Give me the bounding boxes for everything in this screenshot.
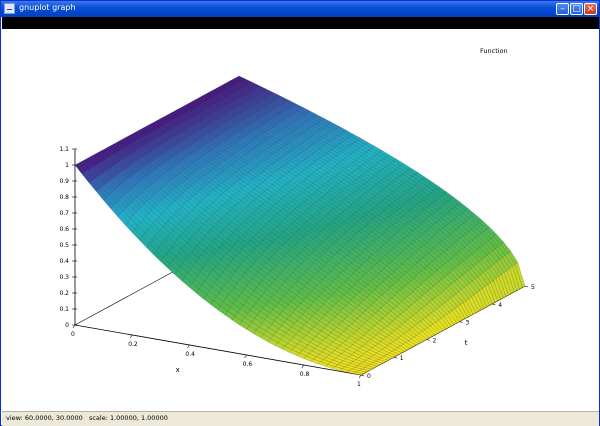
app-icon bbox=[4, 3, 15, 14]
x-tick-label: 0.4 bbox=[185, 351, 195, 358]
t-axis-label: t bbox=[465, 339, 468, 347]
t-tick-label: 0 bbox=[367, 373, 371, 380]
z-tick-label: 0.7 bbox=[59, 210, 69, 217]
plot-area[interactable]: 0 0.1 0.2 0.3 0.4 0.5 0.6 0.7 0.8 0.9 1 1.1 0 0.2 0.4 0… bbox=[2, 29, 599, 411]
t-tick-label: 5 bbox=[531, 284, 535, 291]
t-tick bbox=[492, 303, 496, 306]
x-tick bbox=[244, 354, 247, 359]
x-tick bbox=[72, 324, 76, 329]
close-button[interactable]: × bbox=[584, 3, 597, 15]
t-tick-label: 4 bbox=[498, 302, 502, 309]
x-tick-label: 0 bbox=[71, 331, 75, 338]
status-text: view: 60.0000, 30.0000 scale: 1.00000, 1… bbox=[6, 414, 168, 422]
maximize-button[interactable]: □ bbox=[570, 3, 583, 15]
x-tick-label: 0.2 bbox=[128, 341, 138, 348]
x-tick bbox=[129, 334, 133, 339]
z-tick-label: 0 bbox=[65, 322, 69, 329]
surface-group bbox=[74, 75, 526, 376]
t-tick bbox=[426, 339, 430, 341]
status-bar: view: 60.0000, 30.0000 scale: 1.00000, 1… bbox=[2, 411, 599, 426]
gnuplot-window: gnuplot graph – □ × 0 0.1 0.2 0.3 0.4 0.5 0.6 0… bbox=[0, 0, 600, 426]
legend-entry: Function bbox=[480, 47, 508, 55]
z-tick-label: 0.1 bbox=[59, 306, 69, 313]
z-tick-label: 0.8 bbox=[59, 194, 69, 201]
close-icon: × bbox=[586, 4, 595, 14]
t-tick bbox=[360, 374, 365, 377]
x-tick-label: 0.8 bbox=[300, 371, 310, 378]
t-tick-label: 3 bbox=[465, 320, 469, 327]
x-tick bbox=[301, 364, 305, 369]
t-tick bbox=[393, 356, 397, 359]
t-tick bbox=[459, 321, 463, 323]
t-tick-label: 2 bbox=[433, 337, 437, 344]
toolbar bbox=[2, 17, 599, 29]
maximize-icon: □ bbox=[572, 4, 581, 14]
x-tick bbox=[187, 344, 190, 349]
title-bar[interactable]: gnuplot graph – □ × bbox=[1, 1, 599, 17]
window-title: gnuplot graph bbox=[19, 3, 76, 12]
t-tick bbox=[524, 285, 529, 288]
z-tick-label: 0.5 bbox=[59, 242, 69, 249]
z-tick-label: 1 bbox=[65, 162, 69, 169]
t-tick-label: 1 bbox=[400, 355, 404, 362]
x-tick-label: 0.6 bbox=[243, 361, 253, 368]
x-axis-label: x bbox=[176, 366, 180, 374]
z-tick-label: 0.4 bbox=[59, 258, 69, 265]
z-tick-label: 0.9 bbox=[59, 178, 69, 185]
minimize-button[interactable]: – bbox=[556, 3, 569, 15]
surface-chart[interactable]: 0 0.1 0.2 0.3 0.4 0.5 0.6 0.7 0.8 0.9 1 1.1 0 0.2 0.4 0… bbox=[2, 29, 599, 411]
z-tick-label: 0.3 bbox=[59, 274, 69, 281]
z-tick-label: 0.6 bbox=[59, 226, 69, 233]
minimize-icon: – bbox=[560, 4, 565, 14]
z-tick-label: 0.2 bbox=[59, 290, 69, 297]
x-tick bbox=[358, 374, 362, 379]
x-tick-label: 1 bbox=[357, 381, 361, 388]
z-tick-label: 1.1 bbox=[59, 146, 69, 153]
